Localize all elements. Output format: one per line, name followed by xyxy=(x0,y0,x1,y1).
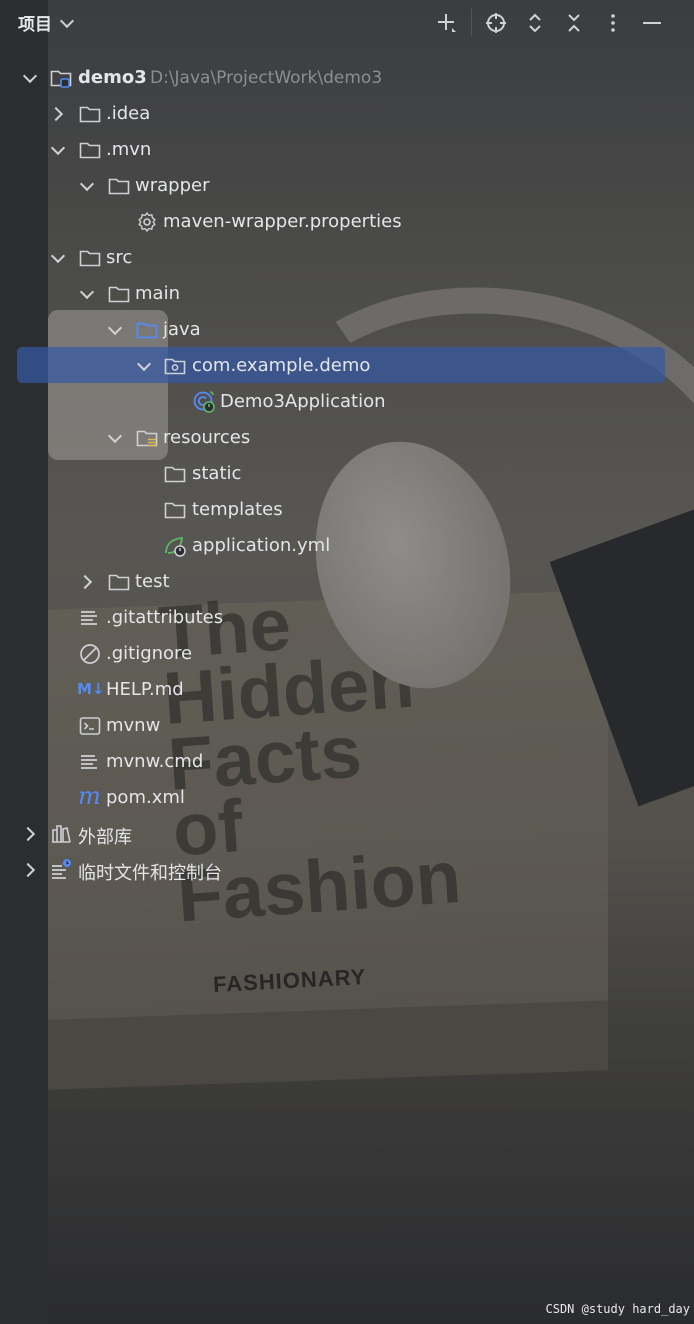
tree-node-mvnw[interactable]: mvnw xyxy=(0,708,694,744)
locate-icon[interactable] xyxy=(483,10,509,36)
project-view-selector[interactable]: 项目 xyxy=(18,10,75,35)
more-icon[interactable] xyxy=(600,10,626,36)
tree-node-gitattributes[interactable]: .gitattributes xyxy=(0,600,694,636)
spring-boot-class-icon xyxy=(192,390,216,414)
tree-node-label: resources xyxy=(163,427,251,448)
folder-icon xyxy=(107,282,131,306)
tree-node-label: 临时文件和控制台 xyxy=(78,863,222,884)
chevron-right-icon[interactable] xyxy=(47,96,69,132)
tree-node-label: templates xyxy=(192,499,283,520)
tree-node-label: mvnw.cmd xyxy=(106,751,204,772)
chevron-down-icon[interactable] xyxy=(104,312,126,348)
folder-icon xyxy=(78,138,102,162)
project-path: D:\Java\ProjectWork\demo3 xyxy=(150,68,383,88)
chevron-right-icon[interactable] xyxy=(76,564,98,600)
toolbar-separator xyxy=(471,8,472,36)
terminal-icon xyxy=(78,714,102,738)
tree-node-label: wrapper xyxy=(135,175,210,196)
tree-node-gitignore[interactable]: .gitignore xyxy=(0,636,694,672)
resources-folder-icon xyxy=(135,426,159,450)
tree-node-src[interactable]: src xyxy=(0,240,694,276)
tree-node-java[interactable]: java xyxy=(0,312,694,348)
tree-node-application-yml[interactable]: application.yml xyxy=(0,528,694,564)
chevron-right-icon[interactable] xyxy=(19,852,41,888)
tree-node-label: .gitattributes xyxy=(106,607,224,628)
chevron-down-icon[interactable] xyxy=(104,420,126,456)
tree-node-main[interactable]: main xyxy=(0,276,694,312)
chevron-down-icon[interactable] xyxy=(47,240,69,276)
tree-node-label: Demo3Application xyxy=(220,391,386,412)
tree-node-maven-wrapper-properties[interactable]: maven-wrapper.properties xyxy=(0,204,694,240)
expand-all-icon[interactable] xyxy=(522,10,548,36)
tree-node-test[interactable]: test xyxy=(0,564,694,600)
tree-node-mvn[interactable]: .mvn xyxy=(0,132,694,168)
tree-node-demo3[interactable]: demo3 D:\Java\ProjectWork\demo3 xyxy=(0,60,694,96)
tree-node-label: main xyxy=(135,283,180,304)
chevron-down-icon[interactable] xyxy=(19,60,41,96)
tree-node-label: java xyxy=(163,319,201,340)
package-icon xyxy=(163,354,187,378)
folder-icon xyxy=(107,570,131,594)
tree-node-idea[interactable]: .idea xyxy=(0,96,694,132)
spring-config-icon xyxy=(163,534,187,558)
chevron-down-icon[interactable] xyxy=(76,276,98,312)
tree-node-label: .mvn xyxy=(106,139,152,160)
module-folder-icon xyxy=(49,66,73,90)
watermark: CSDN @study hard_day xyxy=(545,1302,691,1316)
tree-node-com-example-demo[interactable]: com.example.demo xyxy=(0,348,694,384)
gear-icon xyxy=(135,210,159,234)
tree-node-label: maven-wrapper.properties xyxy=(163,211,402,232)
tree-node-label: demo3 xyxy=(78,67,147,88)
folder-icon xyxy=(163,498,187,522)
tree-node-label: .gitignore xyxy=(106,643,193,664)
tree-node-label: static xyxy=(192,463,242,484)
tree-node-templates[interactable]: templates xyxy=(0,492,694,528)
text-file-icon xyxy=(78,750,102,774)
tree-node-label: src xyxy=(106,247,133,268)
tree-node-pom-xml[interactable]: m pom.xml xyxy=(0,780,694,816)
tree-node-label: application.yml xyxy=(192,535,331,556)
tree-node-help-md[interactable]: M↓ HELP.md xyxy=(0,672,694,708)
tree-node-resources[interactable]: resources xyxy=(0,420,694,456)
tree-node-mvnw-cmd[interactable]: mvnw.cmd xyxy=(0,744,694,780)
new-icon[interactable] xyxy=(433,10,459,36)
collapse-all-icon[interactable] xyxy=(561,10,587,36)
folder-icon xyxy=(78,246,102,270)
tree-node-label: HELP.md xyxy=(106,679,184,700)
tree-node-label: test xyxy=(135,571,170,592)
tree-node-label: .idea xyxy=(106,103,151,124)
chevron-down-icon xyxy=(59,13,75,28)
chevron-down-icon[interactable] xyxy=(133,348,155,384)
tree-node-label: com.example.demo xyxy=(192,355,371,376)
scratches-icon xyxy=(49,858,73,882)
minimize-icon[interactable] xyxy=(639,10,665,36)
folder-icon xyxy=(78,102,102,126)
ignore-file-icon xyxy=(78,642,102,666)
tree-node-scratches-and-consoles[interactable]: 临时文件和控制台 xyxy=(0,852,694,888)
library-icon xyxy=(49,822,73,846)
maven-icon: m xyxy=(78,782,101,810)
chevron-down-icon[interactable] xyxy=(47,132,69,168)
tree-node-label: pom.xml xyxy=(106,787,185,808)
tree-node-external-libraries[interactable]: 外部库 xyxy=(0,816,694,852)
chevron-down-icon[interactable] xyxy=(76,168,98,204)
chevron-right-icon[interactable] xyxy=(19,816,41,852)
tree-node-wrapper[interactable]: wrapper xyxy=(0,168,694,204)
tree-node-static[interactable]: static xyxy=(0,456,694,492)
markdown-icon: M↓ xyxy=(77,680,105,698)
project-panel-header: 项目 xyxy=(0,0,694,44)
folder-icon xyxy=(107,174,131,198)
tree-node-demo3application[interactable]: Demo3Application xyxy=(0,384,694,420)
tree-node-label: mvnw xyxy=(106,715,161,736)
panel-title: 项目 xyxy=(18,15,52,35)
tree-node-label: 外部库 xyxy=(78,827,132,848)
source-folder-icon xyxy=(135,318,159,342)
folder-icon xyxy=(163,462,187,486)
text-file-icon xyxy=(78,606,102,630)
